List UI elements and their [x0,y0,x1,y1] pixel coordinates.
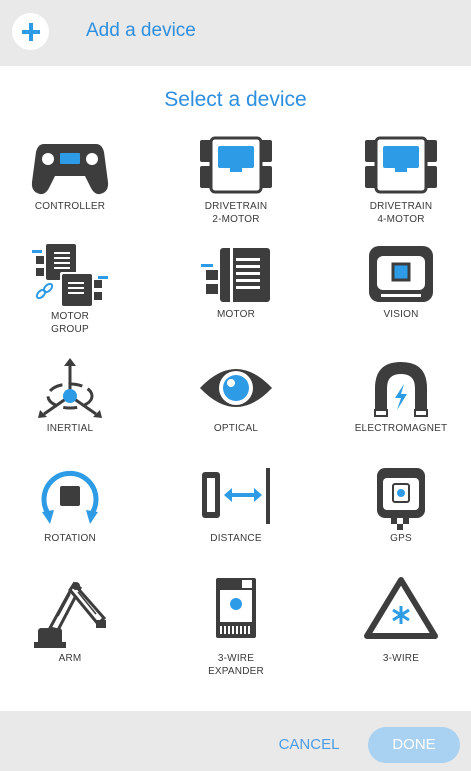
vision-icon [369,246,433,302]
section-title: Select a device [164,88,307,111]
cancel-button[interactable]: CANCEL [270,731,348,759]
device-label: DRIVETRAIN [369,201,433,212]
device-label-sub: 4-MOTOR [377,214,425,225]
drivetrain-4-motor-icon [365,136,437,194]
electromagnet-icon [374,362,428,417]
device-label-sub: GROUP [51,324,89,335]
device-tile-drivetrain-2-motor[interactable]: DRIVETRAIN 2-MOTOR [166,134,306,226]
gps-icon [377,468,425,530]
controller-icon [31,144,109,195]
device-tile-optical[interactable]: OPTICAL [166,356,306,436]
device-tile-arm[interactable]: ARM [0,576,140,666]
device-tile-motor[interactable]: MOTOR [166,242,306,322]
device-tile-3-wire[interactable]: 3-WIRE [331,576,471,666]
device-label: ELECTROMAGNET [354,423,448,434]
device-label: MOTOR [50,311,90,322]
device-tile-controller[interactable]: CONTROLLER [0,134,140,214]
device-tile-distance[interactable]: DISTANCE [166,464,306,546]
device-label-sub: EXPANDER [208,666,264,677]
device-tile-3-wire-expander[interactable]: 3-WIRE EXPANDER [166,576,306,678]
optical-icon [200,369,272,407]
rotation-icon [41,470,99,524]
device-label: CONTROLLER [34,201,106,212]
device-label-sub: 2-MOTOR [212,214,260,225]
device-label: DRIVETRAIN [204,201,268,212]
device-label: DISTANCE [210,533,262,544]
device-tile-drivetrain-4-motor[interactable]: DRIVETRAIN 4-MOTOR [331,134,471,226]
plus-icon [21,22,40,41]
device-label: MOTOR [216,309,256,320]
device-tile-electromagnet[interactable]: ELECTROMAGNET [331,356,471,436]
device-tile-inertial[interactable]: INERTIAL [0,356,140,436]
arm-icon [34,581,107,648]
device-label: 3-WIRE [382,653,420,664]
dialog-footer: CANCEL DONE [0,711,471,771]
done-button[interactable]: DONE [368,727,460,763]
3-wire-expander-icon [216,578,256,638]
device-label: INERTIAL [46,423,94,434]
drivetrain-2-motor-icon [200,136,272,194]
device-label: ARM [58,653,82,664]
motor-icon [201,248,270,302]
add-device-button[interactable] [12,13,49,50]
device-label: VISION [383,309,419,320]
device-tile-gps[interactable]: GPS [331,464,471,546]
device-label: GPS [390,533,412,544]
header-title: Add a device [86,20,196,41]
device-label: ROTATION [44,533,96,544]
dialog-header: Add a device [0,0,471,66]
device-tile-vision[interactable]: VISION [331,242,471,322]
device-label: 3-WIRE [217,653,255,664]
3-wire-icon [364,577,438,639]
device-tile-motor-group[interactable]: MOTOR GROUP [0,242,140,336]
motor-group-icon [32,244,108,306]
device-label: OPTICAL [213,423,259,434]
distance-icon [202,468,270,524]
device-tile-rotation[interactable]: ROTATION [0,464,140,546]
inertial-icon [38,358,102,418]
